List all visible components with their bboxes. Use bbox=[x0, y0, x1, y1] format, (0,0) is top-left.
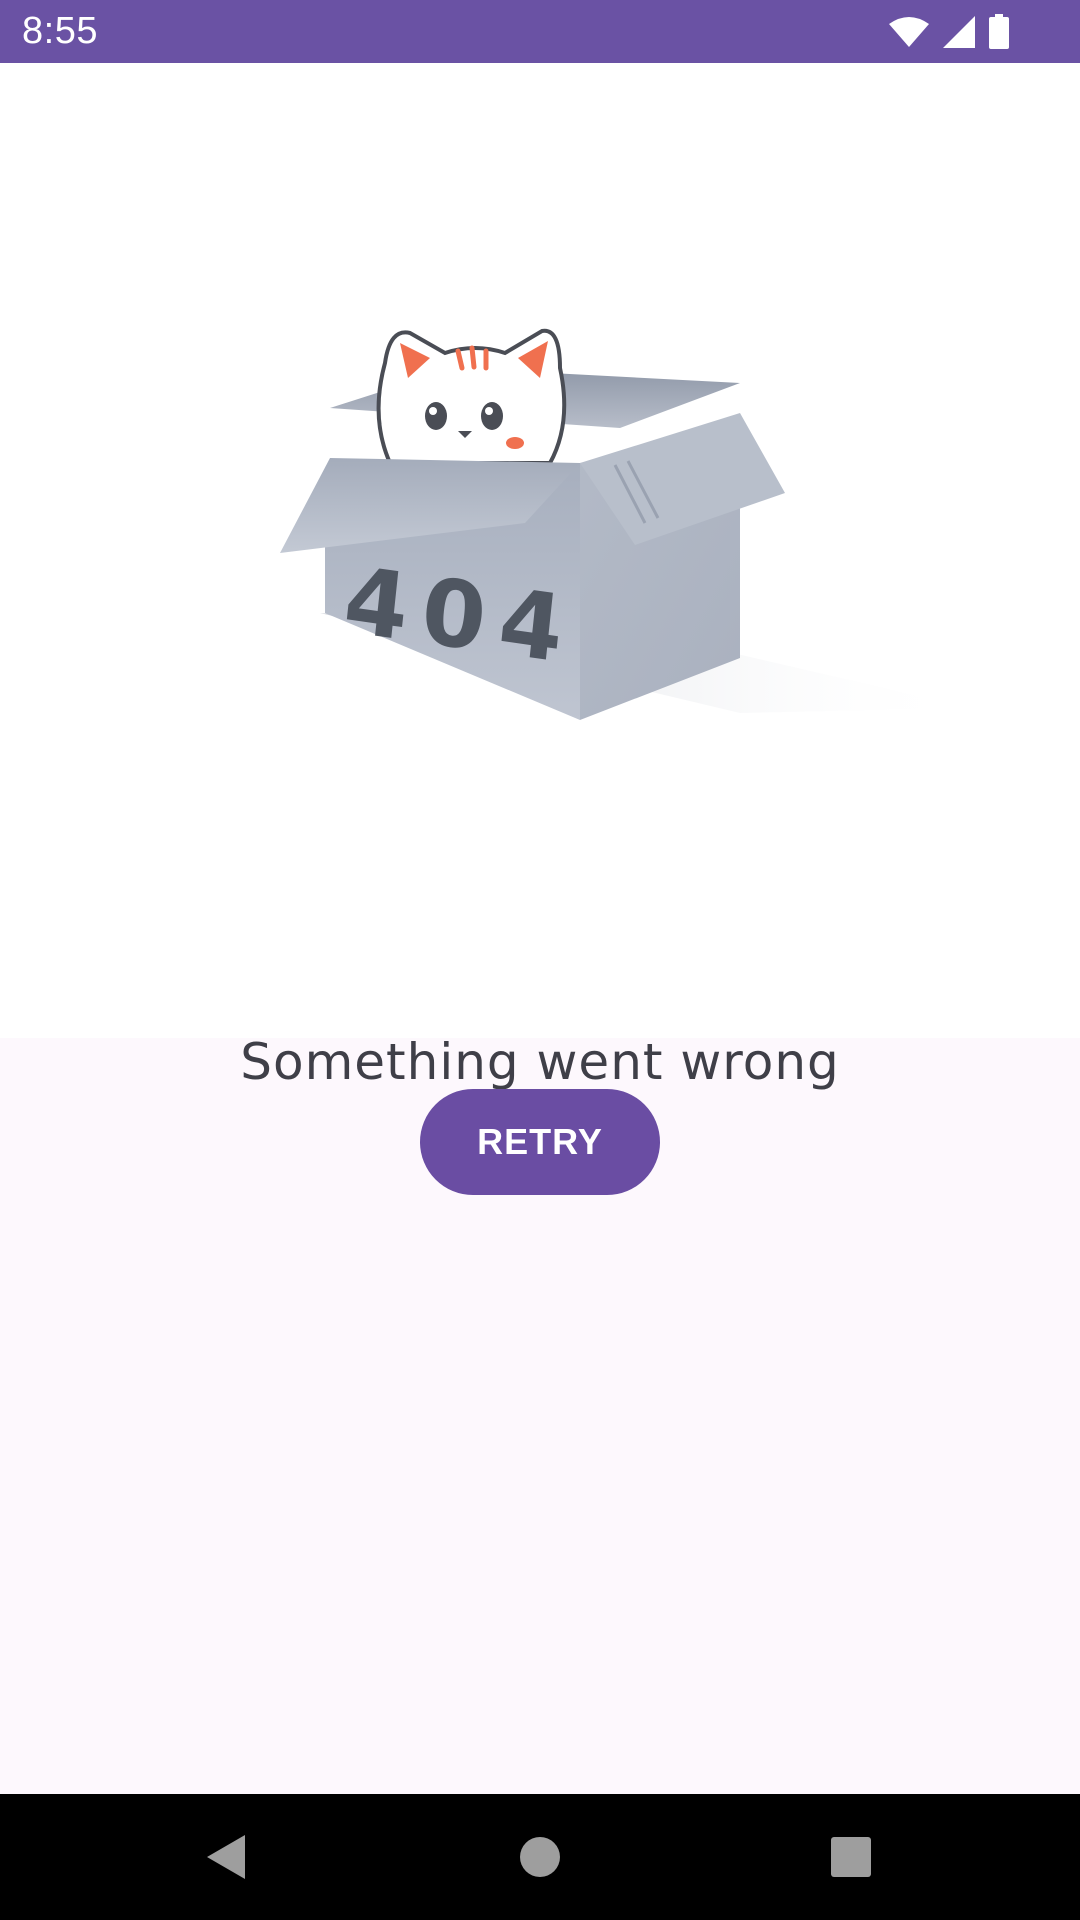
home-icon bbox=[520, 1837, 560, 1877]
status-icons bbox=[888, 12, 1010, 52]
screen: 8:55 404 Something went wrong RETRY bbox=[0, 0, 1080, 1920]
wifi-icon bbox=[888, 16, 930, 48]
recents-icon bbox=[831, 1837, 871, 1877]
cat-in-box-illustration: 404 bbox=[280, 328, 970, 720]
status-time: 8:55 bbox=[22, 10, 98, 52]
navigation-bar bbox=[0, 1794, 1080, 1920]
recents-button[interactable] bbox=[818, 1824, 884, 1890]
back-icon bbox=[207, 1835, 245, 1879]
back-button[interactable] bbox=[193, 1824, 259, 1890]
battery-icon bbox=[988, 14, 1010, 50]
cat-icon bbox=[376, 328, 567, 465]
status-bar: 8:55 bbox=[0, 0, 1080, 63]
cellular-signal-icon bbox=[942, 15, 976, 49]
retry-button[interactable]: RETRY bbox=[420, 1089, 660, 1195]
home-button[interactable] bbox=[507, 1824, 573, 1890]
content-area: 404 Something went wrong bbox=[0, 63, 1080, 1091]
error-message: Something went wrong bbox=[240, 1033, 840, 1091]
